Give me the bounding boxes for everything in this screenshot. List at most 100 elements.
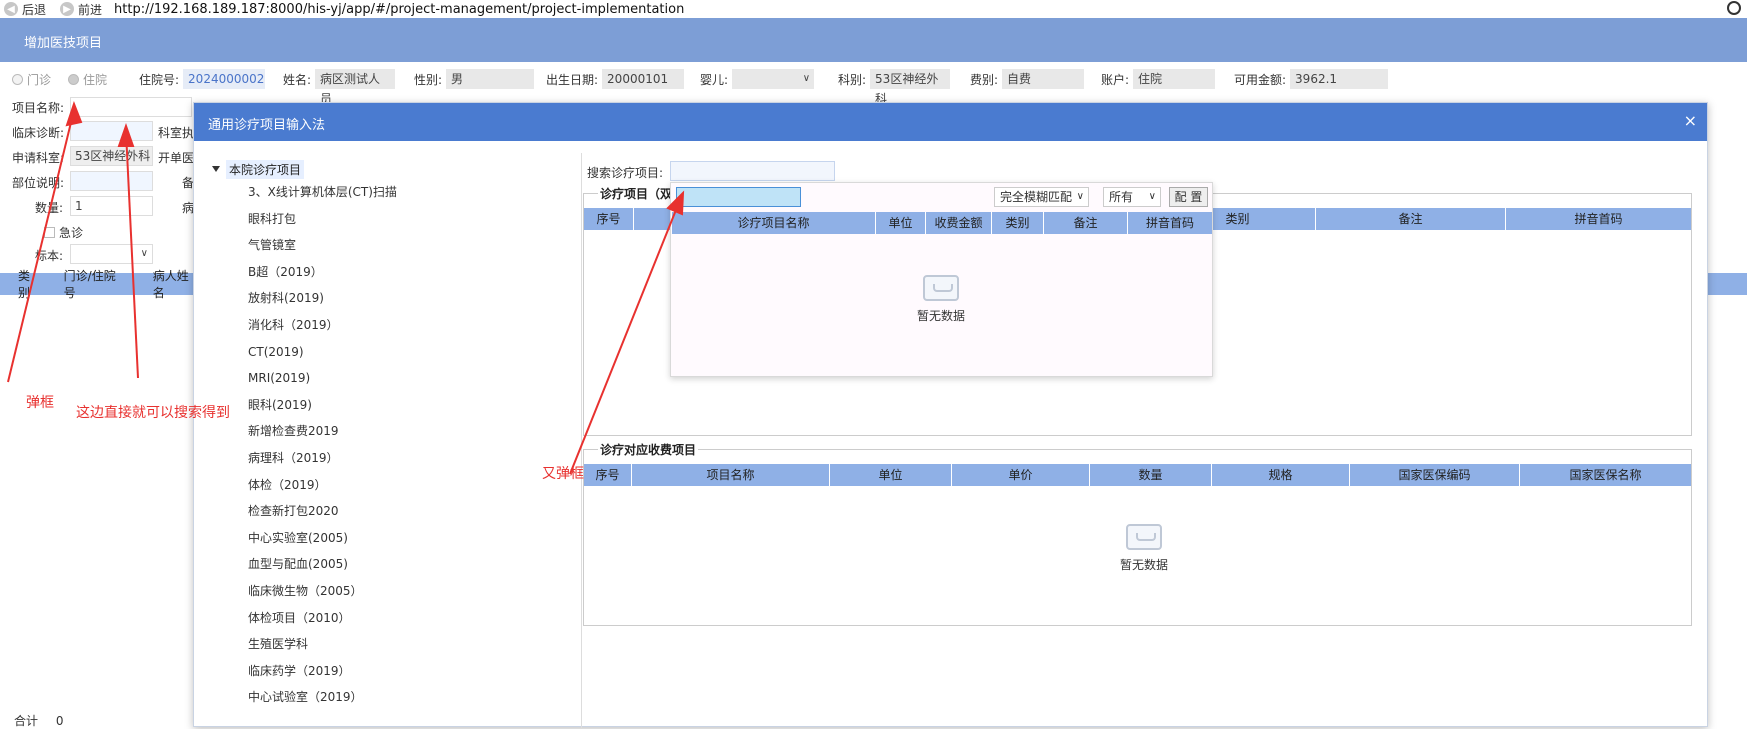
radio-icon (68, 73, 79, 85)
site-input[interactable] (70, 171, 153, 191)
items-legend: 诊疗项目（双 (598, 185, 675, 202)
match-mode-select[interactable]: 完全模糊匹配 ∨ (994, 187, 1089, 207)
col-pinyin: 拼音首码 (1574, 212, 1623, 226)
col-category: 类别 (18, 269, 31, 300)
col-pinyin: 拼音首码 (1145, 216, 1194, 230)
modal-header: 通用诊疗项目输入法 × (194, 103, 1707, 141)
forward-arrow-icon: ▶ (60, 2, 75, 16)
department-label: 科别: (838, 72, 867, 87)
back-button[interactable]: ◀ 后退 (4, 1, 46, 18)
tree-item[interactable]: 放射科(2019) (212, 285, 522, 312)
browser-toolbar: ◀ 后退 ▶ 前进 http://192.168.189.187:8000/hi… (0, 0, 1747, 18)
radio-icon (12, 73, 23, 85)
tree-item[interactable]: 气管镜室 (212, 232, 522, 259)
fee-type-field: 费别: 自费 (970, 69, 1085, 89)
name-value: 病区测试人员 (315, 69, 396, 106)
col-category: 类别 (992, 212, 1044, 234)
account-label: 账户: (1101, 72, 1130, 87)
tree-item[interactable]: 眼科(2019) (212, 392, 522, 419)
popup-empty-state: 暂无数据 (901, 275, 981, 324)
inpatient-radio[interactable]: 住院 (68, 69, 107, 89)
checkbox-icon (44, 227, 55, 238)
tree-item[interactable]: 中心实验室(2005) (212, 525, 522, 552)
project-tree: 本院诊疗项目 3、X线计算机体层(CT)扫描 眼科打包 气管镜室 B超（2019） 放射… (212, 159, 522, 711)
tree-item[interactable]: 临床药学（2019） (212, 658, 522, 685)
tree-item[interactable]: 中心试验室（2019） (212, 684, 522, 711)
tree-item[interactable]: 临床微生物（2005） (212, 578, 522, 605)
tree-item[interactable]: 消化科（2019） (212, 312, 522, 339)
app-header: 增加医技项目 (0, 18, 1747, 62)
annotation-search: 这边直接就可以搜索得到 (76, 405, 230, 421)
item-name-input[interactable] (70, 97, 192, 117)
fee-type-label: 费别: (970, 72, 999, 87)
item-name-label: 项目名称: (12, 101, 65, 115)
apply-dept-value: 53区神经外科 (70, 146, 153, 166)
tree-item[interactable]: CT(2019) (212, 339, 522, 366)
specimen-label: 标本: (35, 249, 64, 263)
name-label: 姓名: (283, 72, 312, 87)
col-index: 序号 (584, 464, 632, 486)
admission-no-label: 住院号: (139, 72, 180, 87)
urgent-label: 急诊 (59, 226, 84, 240)
col-index: 序号 (584, 208, 634, 230)
annotation-popup-1: 弹框 (26, 395, 54, 411)
search-input[interactable] (670, 161, 835, 181)
tree-item[interactable]: 体检项目（2010） (212, 605, 522, 632)
modal-title: 通用诊疗项目输入法 (208, 118, 326, 133)
search-icon[interactable] (1727, 1, 1741, 15)
apply-dept-label: 申请科室: (12, 151, 65, 165)
tree-item[interactable]: 眼科打包 (212, 206, 522, 233)
empty-box-icon (1126, 524, 1162, 550)
fees-table-header: 序号 项目名称 单位 单价 数量 规格 国家医保编码 国家医保名称 (584, 464, 1691, 486)
infant-field: 婴儿: ∨ (700, 69, 815, 89)
outpatient-label: 门诊 (27, 72, 52, 87)
caret-down-icon[interactable] (212, 166, 220, 172)
balance-label: 可用金额: (1234, 72, 1287, 87)
specimen-select[interactable]: ∨ (70, 244, 153, 264)
config-button[interactable]: 配 置 (1169, 187, 1208, 207)
clinical-diagnosis-label: 临床诊断: (12, 126, 65, 140)
empty-box-icon (923, 275, 959, 301)
back-label: 后退 (22, 2, 47, 17)
tree-item[interactable]: 新增检查费2019 (212, 418, 522, 445)
tree-item[interactable]: 体检（2019） (212, 472, 522, 499)
fee-type-value: 自费 (1002, 69, 1085, 89)
scope-value: 所有 (1109, 190, 1134, 204)
popup-search-input[interactable] (676, 187, 801, 207)
fees-empty-text: 暂无数据 (1119, 558, 1168, 572)
department-field: 科别: 53区神经外科 (838, 69, 951, 106)
gender-field: 性别: 男 (414, 69, 535, 89)
close-icon[interactable]: × (1684, 111, 1697, 130)
col-unit: 单位 (876, 212, 926, 234)
tree-item[interactable]: 血型与配血(2005) (212, 551, 522, 578)
scope-select[interactable]: 所有 ∨ (1103, 187, 1161, 207)
col-insurance-name: 国家医保名称 (1569, 468, 1642, 482)
birthdate-value: 20000101 (602, 69, 685, 89)
tree-item[interactable]: MRI(2019) (212, 365, 522, 392)
quantity-input[interactable]: 1 (70, 196, 153, 216)
patient-name-field: 姓名: 病区测试人员 (283, 69, 396, 106)
tree-item[interactable]: 生殖医学科 (212, 631, 522, 658)
balance-value: 3962.1 (1290, 69, 1389, 89)
chevron-down-icon: ∨ (1148, 191, 1156, 202)
tree-item[interactable]: B超（2019） (212, 259, 522, 286)
clinical-diagnosis-input[interactable] (70, 121, 153, 141)
col-quantity: 数量 (1090, 464, 1212, 486)
tree-root[interactable]: 本院诊疗项目 (212, 159, 522, 179)
address-bar[interactable]: http://192.168.189.187:8000/his-yj/app/#… (114, 2, 684, 17)
divider (581, 153, 582, 728)
balance-field: 可用金额: 3962.1 (1234, 69, 1389, 89)
account-value: 住院 (1133, 69, 1216, 89)
tree-item[interactable]: 病理科（2019） (212, 445, 522, 472)
urgent-checkbox[interactable]: 急诊 (44, 224, 83, 241)
outpatient-radio[interactable]: 门诊 (12, 69, 51, 89)
quantity-label: 数量: (35, 201, 64, 215)
birthdate-field: 出生日期: 20000101 (546, 69, 685, 89)
infant-select[interactable]: ∨ (732, 69, 815, 89)
col-remark: 备注 (1316, 208, 1506, 230)
patient-info-row: 门诊 住院 住院号: 2024000002 姓名: 病区测试人员 性别: 男 出… (0, 66, 1747, 106)
tree-item[interactable]: 检查新打包2020 (212, 498, 522, 525)
tree-item[interactable]: 3、X线计算机体层(CT)扫描 (212, 179, 522, 206)
forward-button[interactable]: ▶ 前进 (60, 1, 102, 18)
forward-label: 前进 (78, 2, 103, 17)
